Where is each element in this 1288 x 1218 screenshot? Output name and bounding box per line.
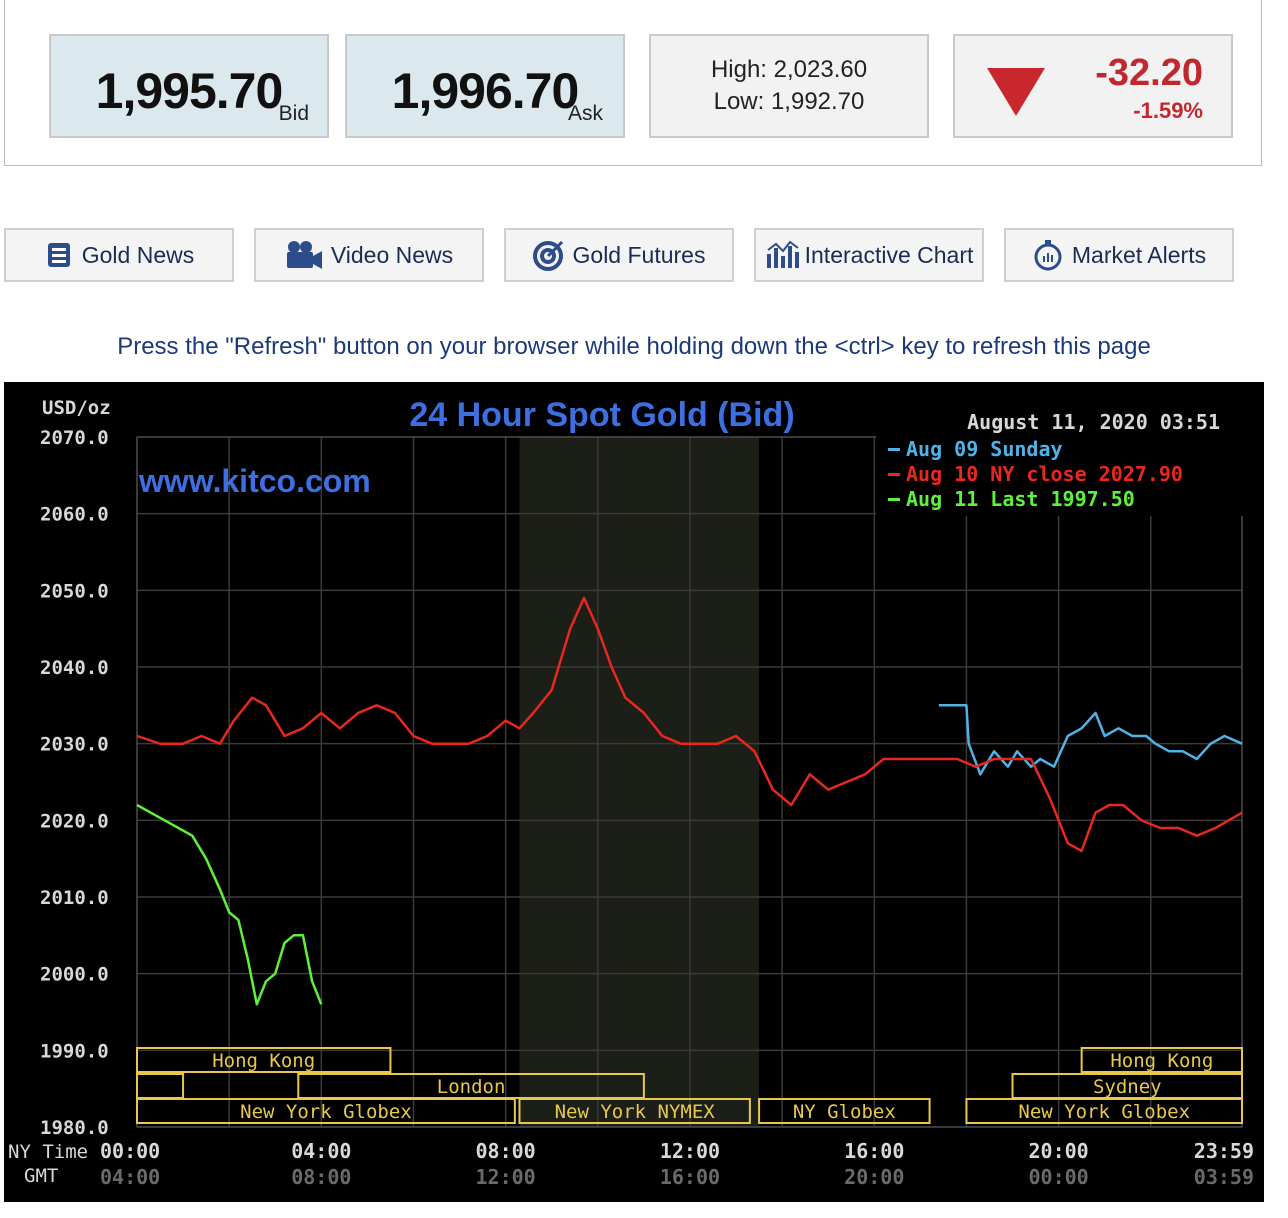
x-tick-ny: 23:59 [1194, 1139, 1254, 1163]
gold-news-button[interactable]: Gold News [4, 228, 234, 282]
session-label: London [437, 1076, 506, 1098]
gmt-label: GMT [24, 1165, 58, 1187]
y-tick-label: 2000.0 [40, 964, 109, 986]
x-tick-ny: 08:00 [476, 1139, 536, 1163]
low-value: Low: 1,992.70 [713, 88, 865, 115]
session-label: Hong Kong [212, 1050, 315, 1072]
market-alerts-label: Market Alerts [1071, 241, 1207, 268]
session-box [136, 1073, 185, 1099]
chart-title: 24 Hour Spot Gold (Bid) [409, 396, 794, 434]
session-label: NY Globex [793, 1101, 896, 1123]
quote-panel: 1,995.70 Bid 1,996.70 Ask High: 2,023.60… [4, 0, 1262, 166]
x-tick-ny: 20:00 [1028, 1139, 1088, 1163]
change-value: -32.20 [1095, 52, 1203, 94]
x-tick-ny: 04:00 [291, 1139, 351, 1163]
gold-futures-label: Gold Futures [572, 241, 706, 268]
bar-chart-icon [766, 240, 799, 268]
x-tick-gmt: 00:00 [1028, 1165, 1088, 1189]
y-tick-label: 2010.0 [40, 887, 109, 909]
session-label: Sydney [1093, 1076, 1162, 1098]
change-box: -32.20 -1.59% [953, 34, 1233, 138]
video-news-button[interactable]: Video News [254, 228, 484, 282]
session-label: Hong Kong [1110, 1050, 1213, 1072]
news-icon [47, 243, 70, 267]
bid-box: 1,995.70 Bid [49, 34, 329, 138]
interactive-chart-button[interactable]: Interactive Chart [754, 228, 984, 282]
x-tick-gmt: 20:00 [844, 1165, 904, 1189]
x-tick-gmt: 12:00 [476, 1165, 536, 1189]
legend-swatch [888, 448, 900, 451]
target-icon [532, 240, 563, 271]
bid-label: Bid [278, 102, 309, 125]
gold-chart-svg: Hong Kong London New York Globex New York N… [8, 396, 1254, 1189]
video-news-label: Video News [330, 241, 454, 268]
x-tick-gmt: 08:00 [291, 1165, 351, 1189]
legend-entry: Aug 10 NY close 2027.90 [906, 462, 1183, 486]
legend-entry: Aug 11 Last 1997.50 [906, 487, 1135, 511]
market-alerts-button[interactable]: Market Alerts [1004, 228, 1234, 282]
high-low-box: High: 2,023.60 Low: 1,992.70 [649, 34, 929, 138]
y-tick-label: 1980.0 [40, 1117, 109, 1139]
y-tick-label: 2040.0 [40, 657, 109, 679]
x-tick-gmt: 16:00 [660, 1165, 720, 1189]
video-camera-icon [286, 241, 322, 269]
y-axis-unit: USD/oz [42, 397, 111, 419]
interactive-chart-label: Interactive Chart [804, 241, 974, 268]
ny-time-label: NY Time [8, 1141, 88, 1163]
x-tick-ny: 16:00 [844, 1139, 904, 1163]
x-tick-gmt: 03:59 [1194, 1165, 1254, 1189]
down-arrow-icon [987, 68, 1045, 116]
y-tick-label: 2020.0 [40, 810, 109, 832]
y-tick-label: 1990.0 [40, 1040, 109, 1062]
refresh-notice: Press the "Refresh" button on your brows… [117, 333, 1151, 360]
clipped-text [1160, 1206, 1200, 1218]
ask-box: 1,996.70 Ask [345, 34, 625, 138]
y-tick-label: 2070.0 [40, 427, 109, 449]
session-label: New York NYMEX [555, 1101, 716, 1123]
session-label: New York Globex [240, 1101, 412, 1123]
gold-chart: Hong Kong London New York Globex New York N… [4, 382, 1264, 1202]
y-tick-label: 2050.0 [40, 580, 109, 602]
alarm-clock-icon [1034, 240, 1062, 271]
x-tick-ny: 00:00 [100, 1139, 160, 1163]
x-tick-gmt: 04:00 [100, 1165, 160, 1189]
chart-timestamp: August 11, 2020 03:51 [967, 410, 1220, 434]
x-tick-ny: 12:00 [660, 1139, 720, 1163]
y-tick-label: 2060.0 [40, 504, 109, 526]
gold-futures-button[interactable]: Gold Futures [504, 228, 734, 282]
change-percent: -1.59% [1133, 98, 1203, 123]
session-label: New York Globex [1018, 1101, 1190, 1123]
chart-watermark: www.kitco.com [138, 463, 371, 499]
nymex-shade [519, 437, 760, 1127]
ask-label: Ask [567, 102, 603, 125]
gold-news-label: Gold News [81, 241, 195, 268]
y-tick-label: 2030.0 [40, 734, 109, 756]
legend-swatch [888, 473, 900, 476]
high-value: High: 2,023.60 [710, 56, 868, 83]
legend-entry: Aug 09 Sunday [906, 437, 1063, 461]
legend-swatch [888, 498, 900, 501]
